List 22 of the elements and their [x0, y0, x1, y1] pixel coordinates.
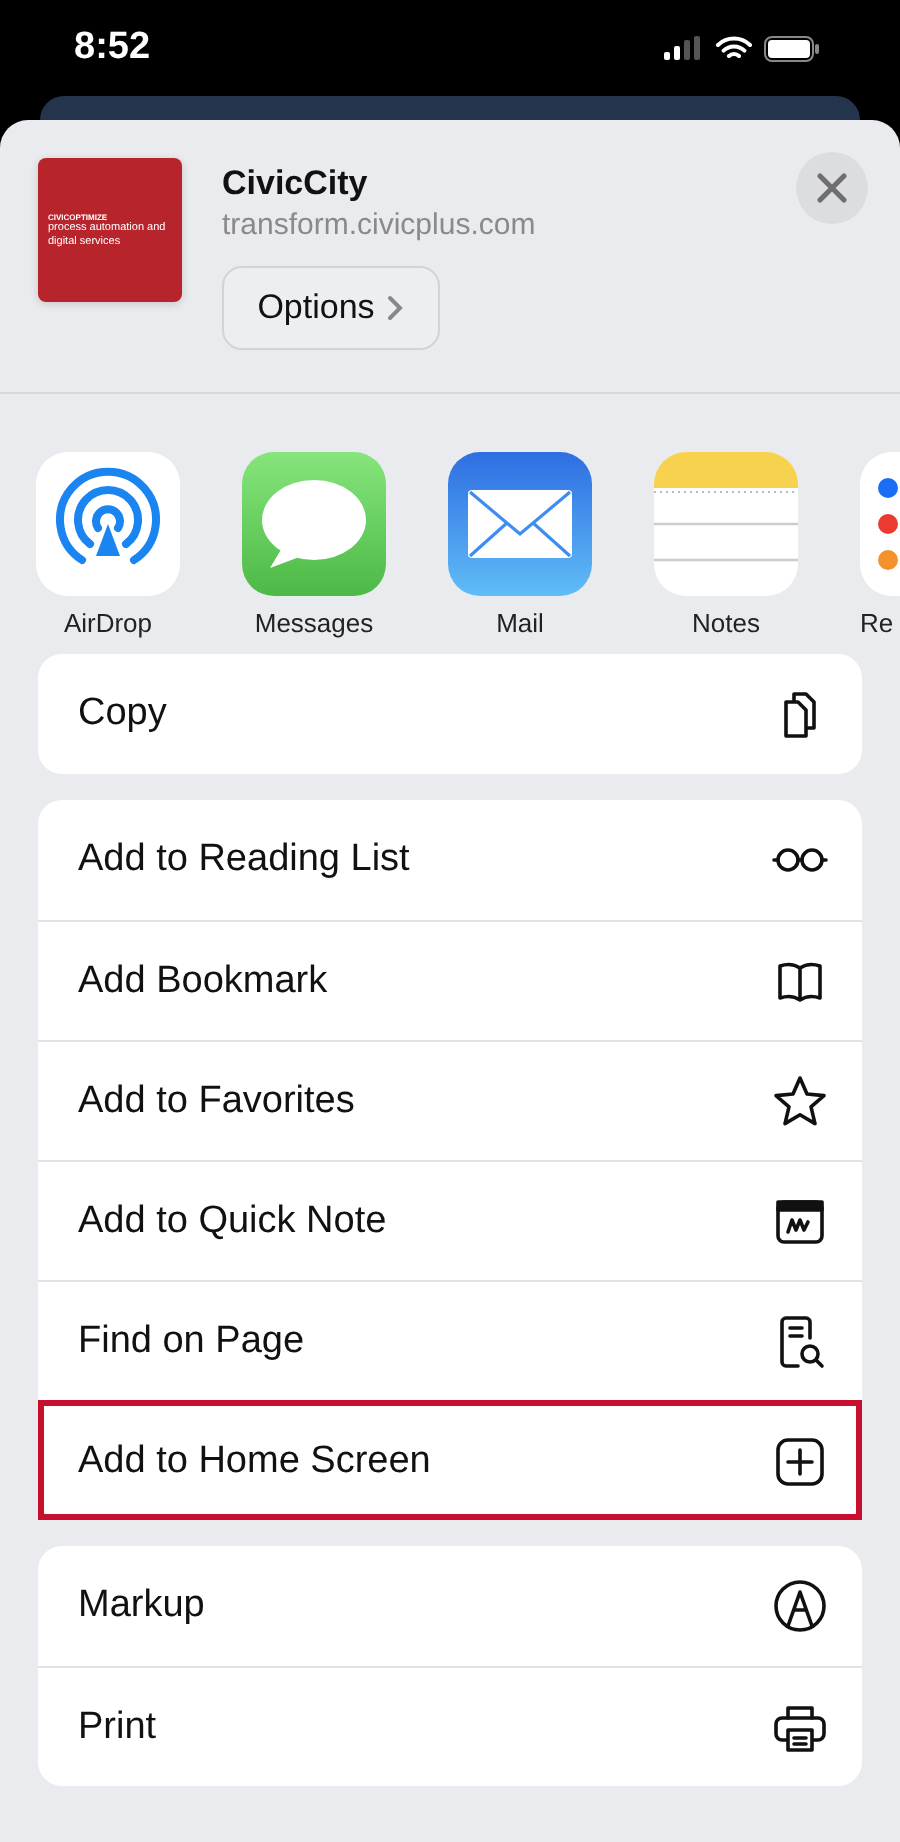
- action-row[interactable]: Add to Favorites: [38, 1040, 862, 1160]
- chevron-right-icon: [386, 294, 405, 322]
- signal-icon: [664, 36, 704, 60]
- colored-dots-icon: [876, 476, 900, 572]
- close-icon: [816, 172, 848, 204]
- action-row[interactable]: Markup: [38, 1546, 862, 1666]
- action-row[interactable]: Find on Page: [38, 1280, 862, 1400]
- action-row[interactable]: Add to Quick Note: [38, 1160, 862, 1280]
- star-icon: [770, 1071, 830, 1131]
- pen-circle-icon: [770, 1576, 830, 1636]
- wifi-icon: [716, 35, 752, 61]
- status-time: 8:52: [74, 26, 151, 70]
- action-row[interactable]: Add to Home Screen: [38, 1400, 862, 1520]
- page-title: CivicCity: [222, 164, 370, 204]
- action-row[interactable]: Print: [38, 1666, 862, 1786]
- battery-icon: [764, 35, 820, 61]
- action-row[interactable]: Add to Reading List: [38, 800, 862, 920]
- close-button[interactable]: [796, 152, 868, 224]
- page-url: transform.civicplus.com: [222, 208, 536, 242]
- action-row[interactable]: Copy: [38, 654, 862, 774]
- options-button[interactable]: Options: [222, 266, 440, 350]
- action-row[interactable]: Add Bookmark: [38, 920, 862, 1040]
